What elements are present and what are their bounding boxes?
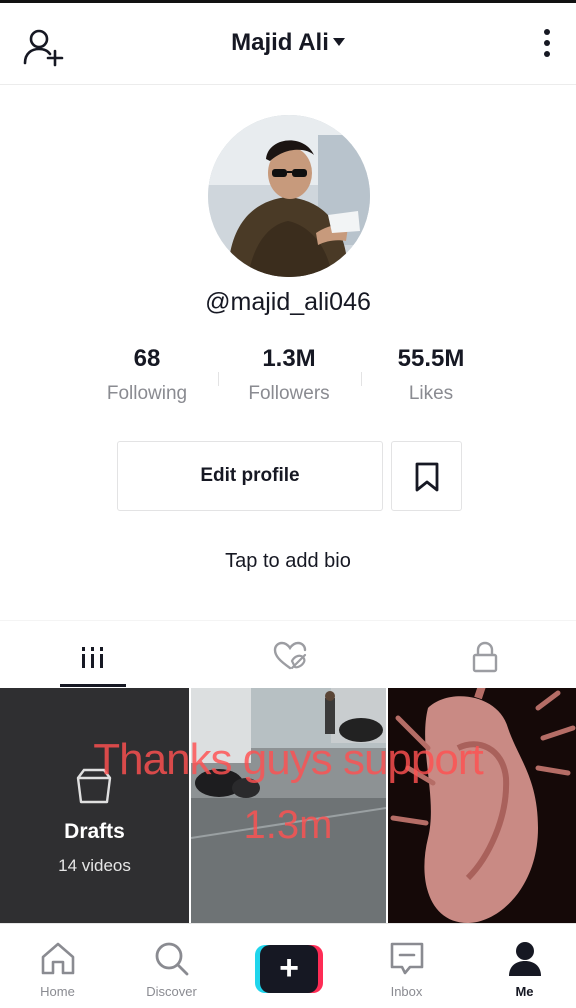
bottom-navigation: Home Discover + Inbox Me [0,923,576,1008]
tab-videos[interactable] [74,637,114,677]
chevron-down-icon [332,37,345,46]
account-switcher[interactable]: Majid Ali [0,29,576,57]
nav-home[interactable]: Home [0,924,115,1008]
tab-private[interactable] [465,637,505,677]
liked-hidden-icon [273,641,307,670]
more-dot-icon [544,40,550,46]
inbox-icon [390,942,423,975]
bookmark-icon [415,462,439,492]
nav-discover-label: Discover [146,984,197,999]
active-tab-indicator [60,684,126,687]
more-dot-icon [544,29,550,35]
stat-followers[interactable]: 1.3M Followers [214,345,364,405]
videos-grid-icon [82,647,103,668]
overlay-caption-line: Thanks guys support [93,735,483,784]
stat-following[interactable]: 68 Following [72,345,222,405]
nav-discover[interactable]: Discover [114,924,229,1008]
username-handle: @majid_ali046 [205,288,371,316]
drafts-count: 14 videos [58,856,131,875]
add-bio-prompt[interactable]: Tap to add bio [0,550,576,573]
stat-likes[interactable]: 55.5M Likes [356,345,506,405]
nav-home-label: Home [40,984,75,999]
nav-inbox-label: Inbox [390,984,423,999]
following-count: 68 [133,345,161,372]
content-tabs [0,620,576,688]
profile-icon [508,942,541,976]
profile-header: Majid Ali [0,3,576,85]
likes-count: 55.5M [397,345,465,372]
account-name: Majid Ali [231,29,329,56]
lock-icon [472,641,498,673]
more-options-button[interactable] [542,29,552,63]
overlay-caption-count: 1.3m [243,803,333,847]
edit-profile-button[interactable]: Edit profile [117,441,383,511]
search-icon [155,942,188,976]
following-label: Following [106,383,188,404]
nav-me[interactable]: Me [467,924,576,1008]
more-dot-icon [544,51,550,57]
nav-me-label: Me [515,984,534,999]
plus-icon: + [260,945,318,993]
followers-count: 1.3M [262,345,316,372]
avatar[interactable] [208,115,370,277]
create-video-button[interactable]: + [255,945,323,993]
avatar-photo [208,115,370,277]
home-icon [41,942,74,975]
nav-inbox[interactable]: Inbox [349,924,464,1008]
followers-label: Followers [248,383,330,404]
favorites-button[interactable] [391,441,462,511]
tab-liked[interactable] [270,637,310,677]
likes-label: Likes [408,383,454,404]
